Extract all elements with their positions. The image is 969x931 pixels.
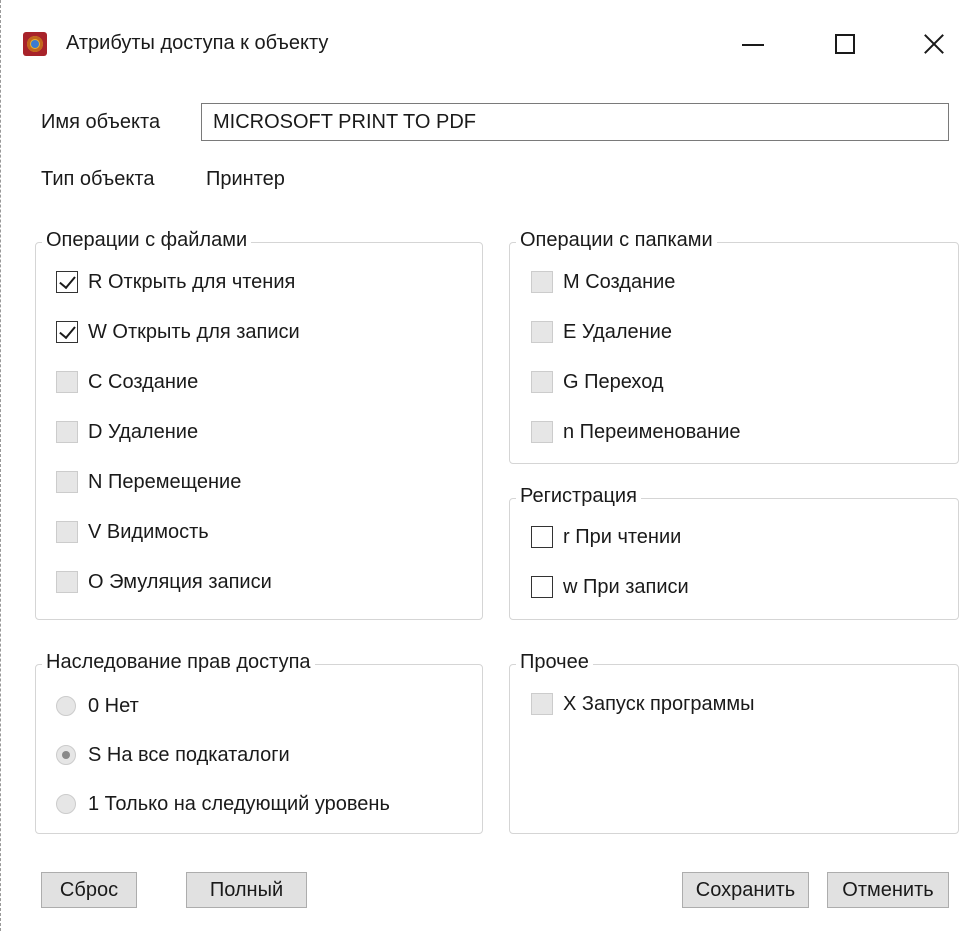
other-title: Прочее: [516, 649, 593, 675]
registration-group: Регистрация r При чтении w При записи: [509, 483, 959, 620]
file-operations-title: Операции с файлами: [42, 227, 252, 253]
checkbox: [56, 471, 78, 493]
inheritance-title: Наследование прав доступа: [42, 649, 315, 675]
object-name-label: Имя объекта: [41, 111, 161, 133]
radio: [56, 696, 76, 716]
checkbox: [56, 521, 78, 543]
inheritance-group: Наследование прав доступа 0 Нет S На все…: [35, 649, 483, 834]
object-name-input[interactable]: [201, 103, 949, 141]
checkbox: [56, 571, 78, 593]
checkbox: [56, 371, 78, 393]
checkbox[interactable]: [56, 321, 78, 343]
cancel-button[interactable]: Отменить: [827, 872, 949, 908]
checkbox[interactable]: [531, 526, 553, 548]
radio: [56, 794, 76, 814]
checkbox[interactable]: [56, 271, 78, 293]
window-title: Атрибуты доступа к объекту: [66, 32, 329, 54]
checkbox: [531, 321, 553, 343]
object-type-label: Тип объекта: [41, 168, 155, 190]
radio: [56, 745, 76, 765]
reset-button[interactable]: Сброс: [41, 872, 137, 908]
checkbox: [531, 421, 553, 443]
minimize-button[interactable]: [727, 20, 777, 68]
file-operations-group: Операции с файлами R Открыть для чтения …: [35, 227, 483, 620]
checkbox: [531, 693, 553, 715]
folder-operations-title: Операции с папками: [516, 227, 717, 253]
title-bar: Атрибуты доступа к объекту: [1, 0, 969, 90]
registration-title: Регистрация: [516, 483, 641, 509]
object-type-value: Принтер: [206, 168, 285, 190]
full-button[interactable]: Полный: [186, 872, 307, 908]
close-button[interactable]: [909, 20, 959, 68]
maximize-button[interactable]: [819, 20, 869, 68]
checkbox: [531, 371, 553, 393]
checkbox: [531, 271, 553, 293]
other-group: Прочее X Запуск программы: [509, 649, 959, 834]
app-icon: [23, 32, 47, 56]
dialog-window: Атрибуты доступа к объекту Имя объекта Т…: [0, 0, 969, 931]
save-button[interactable]: Сохранить: [682, 872, 809, 908]
checkbox[interactable]: [531, 576, 553, 598]
folder-operations-group: Операции с папками M Создание E Удаление…: [509, 227, 959, 464]
checkbox: [56, 421, 78, 443]
